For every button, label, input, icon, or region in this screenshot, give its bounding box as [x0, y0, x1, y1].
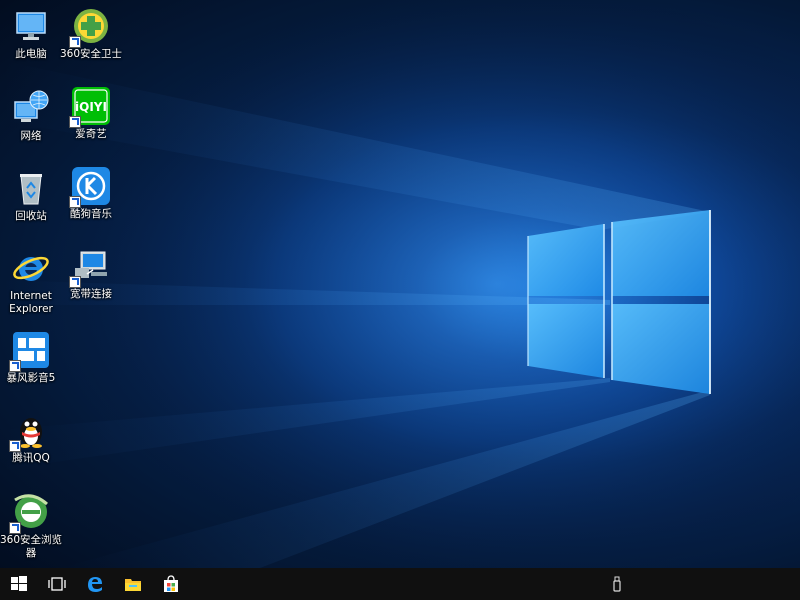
desktop-icon-internet-explorer[interactable]: Internet Explorer	[0, 248, 64, 316]
shortcut-arrow-icon	[69, 196, 81, 208]
desktop-icon-network[interactable]: 网络	[0, 88, 64, 143]
network-icon	[11, 88, 51, 128]
desktop-icon-label: 360安全卫士	[59, 48, 123, 60]
360-security-icon	[69, 6, 111, 48]
shortcut-arrow-icon	[9, 360, 21, 372]
desktop-icon-iqiyi[interactable]: iQIYI 爱奇艺	[58, 86, 124, 141]
desktop-icon-kugou[interactable]: 酷狗音乐	[58, 166, 124, 221]
start-icon	[11, 576, 27, 591]
start-button[interactable]	[0, 568, 38, 600]
desktop-icon-label: 腾讯QQ	[12, 452, 50, 464]
desktop-icon-label: 360安全浏览器	[0, 534, 63, 559]
desktop-icon-broadband[interactable]: 宽带连接	[58, 246, 124, 301]
store-button[interactable]	[152, 568, 190, 600]
shortcut-arrow-icon	[9, 440, 21, 452]
qq-penguin-icon	[9, 410, 51, 452]
computer-icon	[11, 6, 51, 46]
edge-icon	[88, 577, 102, 592]
desktop-icon-recycle-bin[interactable]: 回收站	[0, 168, 64, 223]
desktop-icon-label: 此电脑	[15, 48, 47, 60]
desktop-icon-label: 宽带连接	[70, 288, 112, 300]
svg-text:iQIYI: iQIYI	[75, 100, 107, 114]
usb-device-tray-button[interactable]	[610, 576, 624, 592]
shortcut-arrow-icon	[69, 36, 81, 48]
store-icon	[164, 575, 178, 592]
windows-logo-pane-tr	[612, 210, 710, 296]
taskbar	[0, 568, 800, 600]
internet-explorer-icon	[11, 248, 51, 288]
shortcut-arrow-icon	[69, 116, 81, 128]
desktop-icon-label: Internet Explorer	[9, 290, 53, 315]
file-explorer-button[interactable]	[114, 568, 152, 600]
desktop-icon-label: 暴风影音5	[6, 372, 56, 384]
desktop-icon-label: 网络	[20, 130, 42, 142]
desktop-icon-this-pc[interactable]: 此电脑	[0, 6, 64, 61]
recycle-bin-icon	[11, 168, 51, 208]
broadband-connection-icon	[69, 246, 111, 288]
task-view-icon	[48, 577, 66, 591]
360-browser-icon	[9, 492, 51, 534]
desktop-icon-360-browser[interactable]: 360安全浏览器	[0, 492, 64, 560]
desktop-icon-qq[interactable]: 腾讯QQ	[0, 410, 64, 465]
shortcut-arrow-icon	[69, 276, 81, 288]
usb-device-icon	[613, 576, 621, 592]
task-view-button[interactable]	[38, 568, 76, 600]
file-explorer-icon	[125, 579, 141, 591]
iqiyi-icon: iQIYI	[69, 86, 111, 128]
edge-button[interactable]	[76, 568, 114, 600]
desktop-icon-360-security[interactable]: 360安全卫士	[58, 6, 124, 61]
desktop-icon-baofeng[interactable]: 暴风影音5	[0, 330, 64, 385]
windows-logo-pane-bl	[528, 304, 604, 378]
shortcut-arrow-icon	[9, 522, 21, 534]
windows-logo-pane-br	[612, 304, 710, 394]
baofeng-player-icon	[9, 330, 51, 372]
windows-logo-pane-tl	[528, 224, 604, 296]
desktop-icon-label: 回收站	[15, 210, 47, 222]
desktop-icon-label: 酷狗音乐	[70, 208, 112, 220]
desktop-icon-label: 爱奇艺	[75, 128, 107, 140]
kugou-music-icon	[69, 166, 111, 208]
